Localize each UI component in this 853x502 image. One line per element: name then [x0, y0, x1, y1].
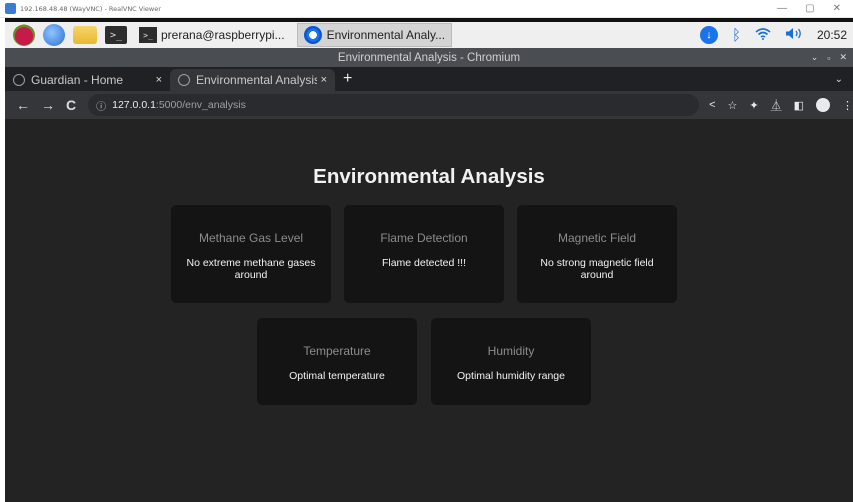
card-magnetic-field: Magnetic Field No strong magnetic field …: [517, 205, 677, 303]
tab-label: Environmental Analysis: [196, 73, 317, 87]
back-button[interactable]: ←: [16, 97, 30, 113]
bluetooth-icon[interactable]: ᛒ: [732, 27, 741, 44]
reload-button[interactable]: C: [66, 97, 76, 113]
toolbar-actions: < ☆ ✦ ⏅ ◧ ⋮: [709, 97, 853, 113]
browser-close-button[interactable]: ✕: [839, 52, 847, 63]
labs-flask-icon[interactable]: ⏅: [771, 97, 782, 113]
terminal-icon: >_: [139, 27, 157, 43]
tab-close-icon[interactable]: ×: [156, 74, 162, 86]
new-tab-button[interactable]: +: [343, 70, 352, 88]
profile-avatar-icon[interactable]: [816, 98, 830, 112]
url-host: 127.0.0.1: [112, 99, 156, 111]
taskbar-task-label: Environmental Analy...: [326, 28, 446, 42]
raspberry-pi-menu-icon[interactable]: [13, 24, 35, 46]
system-taskbar: >_ >_ prerana@raspberrypi... Environment…: [5, 18, 853, 48]
address-bar[interactable]: ⓘ 127.0.0.1 :5000/env_analysis: [88, 94, 700, 116]
browser-minimize-button[interactable]: ⌄: [811, 52, 819, 63]
page-content: Environmental Analysis Methane Gas Level…: [5, 119, 853, 502]
browser-menu-icon[interactable]: ⋮: [842, 99, 853, 112]
card-status: Optimal humidity range: [457, 370, 565, 382]
card-temperature: Temperature Optimal temperature: [257, 318, 417, 405]
browser-window-controls: ⌄ ▫ ✕: [811, 48, 847, 67]
side-panel-icon[interactable]: ◧: [794, 99, 804, 112]
tab-search-button[interactable]: ⌄: [835, 74, 843, 85]
tab-guardian-home[interactable]: Guardian - Home ×: [5, 69, 170, 91]
browser-window-title-bar: Environmental Analysis - Chromium ⌄ ▫ ✕: [5, 48, 853, 67]
system-tray: ↓ ᛒ 20:52: [699, 26, 847, 44]
card-status: No strong magnetic field around: [540, 257, 654, 281]
bookmark-star-icon[interactable]: ☆: [728, 99, 738, 112]
vnc-window-title: 192.168.48.48 (WayVNC) - RealVNC Viewer: [20, 4, 161, 13]
browser-window-title: Environmental Analysis - Chromium: [337, 51, 521, 64]
card-heading: Temperature: [303, 344, 371, 358]
card-methane-gas-level: Methane Gas Level No extreme methane gas…: [171, 205, 331, 303]
share-icon[interactable]: <: [709, 99, 715, 111]
tab-close-icon[interactable]: ×: [321, 74, 327, 86]
url-path: :5000/env_analysis: [155, 99, 246, 111]
globe-icon: [13, 74, 25, 86]
card-flame-detection: Flame Detection Flame detected !!!: [344, 205, 504, 303]
update-download-icon[interactable]: ↓: [699, 26, 718, 44]
vnc-window-controls: — ▢ ✕: [777, 3, 841, 14]
card-heading: Humidity: [487, 344, 535, 358]
system-clock[interactable]: 20:52: [817, 28, 847, 42]
vnc-maximize-button[interactable]: ▢: [805, 3, 814, 14]
vnc-app-icon: [5, 3, 16, 14]
tab-label: Guardian - Home: [31, 73, 124, 87]
forward-button[interactable]: →: [41, 97, 55, 113]
browser-toolbar: ← → C ⓘ 127.0.0.1 :5000/env_analysis < ☆…: [5, 91, 853, 119]
taskbar-task-chromium[interactable]: Environmental Analy...: [296, 23, 453, 47]
taskbar-task-terminal[interactable]: >_ prerana@raspberrypi...: [133, 23, 291, 47]
browser-maximize-button[interactable]: ▫: [827, 53, 830, 63]
card-status: Optimal temperature: [289, 370, 385, 382]
vnc-close-button[interactable]: ✕: [833, 3, 841, 14]
extensions-puzzle-icon[interactable]: ✦: [749, 99, 758, 112]
globe-icon: [178, 74, 190, 86]
vnc-minimize-button[interactable]: —: [777, 3, 787, 14]
tab-strip: Guardian - Home × Environmental Analysis…: [5, 67, 853, 91]
card-heading: Methane Gas Level: [198, 231, 304, 245]
remote-desktop: >_ >_ prerana@raspberrypi... Environment…: [5, 18, 853, 502]
vnc-title-bar: 192.168.48.48 (WayVNC) - RealVNC Viewer …: [0, 0, 853, 18]
taskbar-task-label: prerana@raspberrypi...: [161, 28, 285, 42]
card-status: Flame detected !!!: [381, 257, 467, 269]
web-browser-icon[interactable]: [43, 24, 65, 46]
site-info-icon[interactable]: ⓘ: [96, 98, 106, 113]
tab-environmental-analysis[interactable]: Environmental Analysis ×: [170, 69, 335, 91]
terminal-icon[interactable]: >_: [105, 26, 127, 44]
wifi-icon[interactable]: [755, 27, 771, 44]
card-heading: Flame Detection: [380, 231, 468, 245]
card-humidity: Humidity Optimal humidity range: [431, 318, 591, 405]
file-manager-icon[interactable]: [73, 26, 97, 44]
chromium-icon: [303, 26, 322, 44]
card-status: No extreme methane gases around: [186, 257, 316, 281]
page-title: Environmental Analysis: [313, 165, 545, 188]
card-heading: Magnetic Field: [557, 231, 637, 245]
volume-icon[interactable]: [785, 27, 803, 44]
